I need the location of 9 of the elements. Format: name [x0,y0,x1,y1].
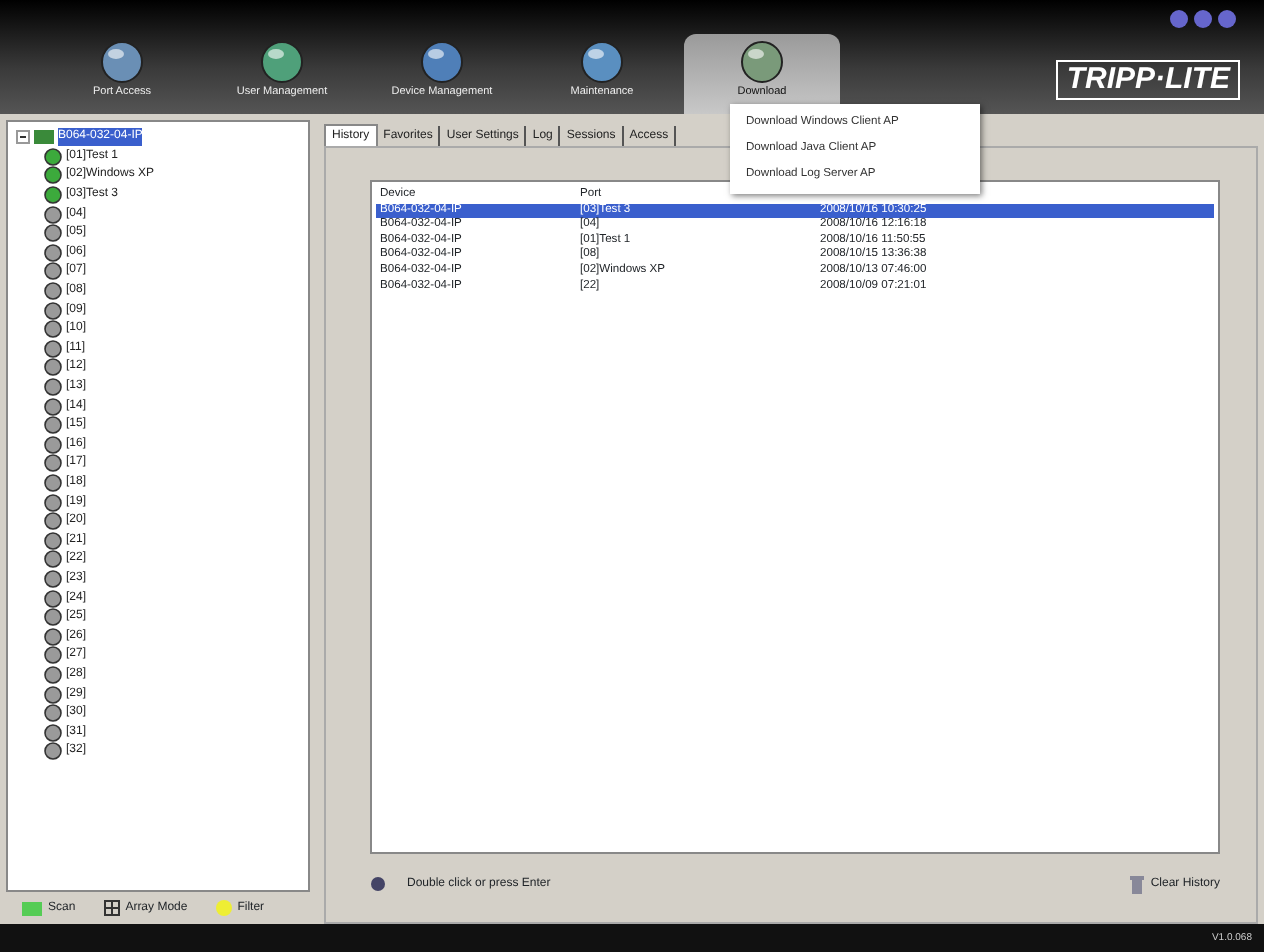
trash-icon [1129,875,1144,893]
expander-icon[interactable] [16,130,30,145]
grid-icon [103,900,120,916]
globe-icon [580,39,624,84]
globe-icon [420,39,464,84]
globe-icon [740,39,784,84]
globe-icon [260,39,304,84]
logo-text: TRIPP·LITE [1056,60,1240,100]
globe-icon [100,39,144,84]
